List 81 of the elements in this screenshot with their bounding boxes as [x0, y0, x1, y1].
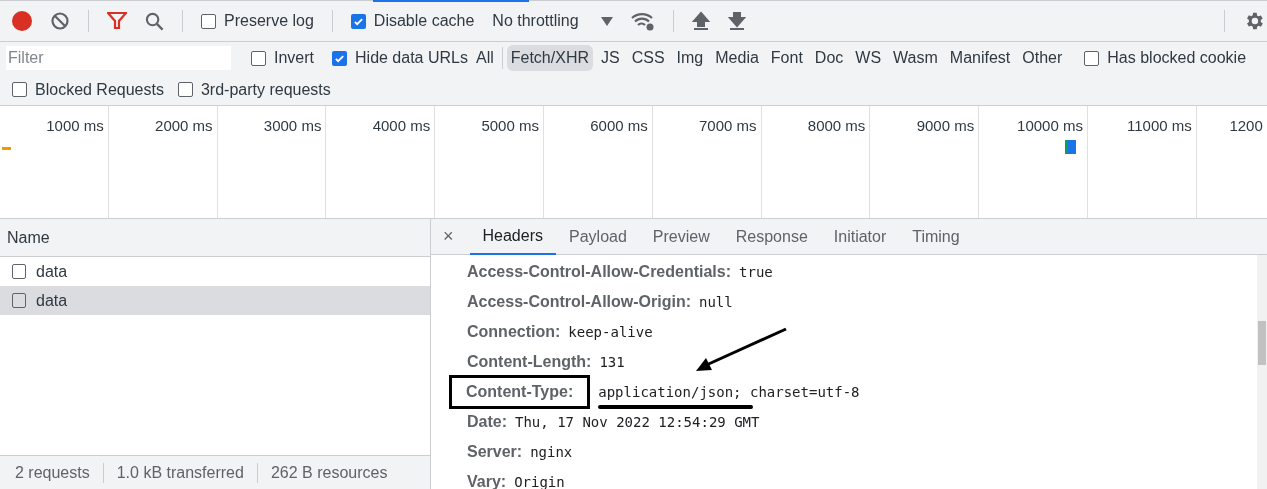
file-icon — [12, 293, 26, 308]
time-tick-label: 1000 ms — [46, 116, 104, 136]
resource-type-filter[interactable]: Font — [766, 45, 807, 71]
time-tick-label: 5000 ms — [481, 116, 539, 136]
time-tick-label: 2000 ms — [155, 116, 213, 136]
details-tab[interactable]: Timing — [899, 218, 973, 255]
scrollbar-thumb[interactable] — [1258, 321, 1266, 365]
time-tick-label: 1200 — [1229, 116, 1263, 136]
details-tab[interactable]: Response — [722, 218, 821, 255]
checkbox[interactable] — [177, 82, 193, 97]
time-tick-label: 10000 ms — [1017, 116, 1083, 136]
details-tab[interactable]: Payload — [556, 218, 640, 255]
header-name: Access-Control-Allow-Origin: — [467, 292, 691, 312]
checkbox[interactable] — [1084, 50, 1100, 66]
header-name: Access-Control-Allow-Credentials: — [467, 262, 732, 282]
upload-icon[interactable] — [691, 11, 710, 31]
resource-type-filter[interactable]: All — [471, 45, 498, 71]
resource-type-filter[interactable]: Wasm — [889, 45, 942, 71]
blocked-requests-checkbox[interactable]: Blocked Requests — [12, 77, 164, 102]
resource-type-filter[interactable]: Fetch/XHR — [506, 45, 593, 71]
scrollbar[interactable] — [1257, 255, 1267, 489]
download-icon[interactable] — [727, 11, 746, 31]
time-tick-label: 4000 ms — [372, 116, 431, 136]
resource-type-filter[interactable]: Media — [711, 45, 763, 71]
status-text: 1.0 kB transferred — [116, 462, 244, 483]
time-tick-label: 3000 ms — [263, 116, 322, 136]
throttling-dropdown[interactable]: No throttling — [492, 9, 613, 33]
resource-type-filter[interactable]: JS — [597, 45, 624, 71]
checkbox[interactable] — [251, 50, 266, 66]
details-tab[interactable]: Initiator — [820, 218, 900, 255]
close-button[interactable]: × — [443, 223, 454, 250]
request-bar — [2, 147, 11, 150]
details-tab[interactable]: Preview — [639, 218, 723, 255]
third-party-requests-checkbox[interactable]: 3rd-party requests — [177, 77, 331, 102]
preserve-log-checkbox[interactable]: Preserve log — [201, 9, 314, 33]
checkbox[interactable] — [350, 13, 366, 29]
name-column-header[interactable]: Name — [7, 225, 50, 250]
header-value: Origin — [514, 472, 565, 489]
header-value: nginx — [530, 442, 573, 462]
status-text: 262 B resources — [270, 462, 388, 483]
request-bar — [1065, 140, 1076, 154]
wifi-settings-icon[interactable] — [630, 11, 655, 31]
header-name: Server: — [467, 442, 523, 462]
disable-cache-checkbox[interactable]: Disable cache — [350, 9, 475, 33]
has-blocked-cookies-checkbox[interactable]: Has blocked cookie — [1084, 46, 1247, 70]
header-name: Content-Type: — [449, 375, 591, 409]
checkbox[interactable] — [201, 13, 216, 29]
resource-type-filter[interactable]: CSS — [627, 45, 669, 71]
request-row[interactable]: data — [0, 286, 430, 315]
header-name: Date: — [467, 412, 507, 432]
header-value: keep-alive — [568, 322, 653, 342]
header-value: application/json; charset=utf-8 — [598, 381, 860, 403]
time-tick-label: 8000 ms — [807, 116, 866, 136]
time-tick-label: 11000 ms — [1127, 116, 1192, 136]
resource-type-filter[interactable]: Manifest — [945, 45, 1015, 71]
details-tab[interactable]: Headers — [469, 218, 556, 255]
checkbox[interactable] — [332, 50, 347, 66]
record-button[interactable] — [12, 11, 32, 31]
header-value: null — [699, 292, 733, 312]
hide-data-urls-checkbox[interactable]: Hide data URLs — [332, 46, 468, 70]
header-value: 131 — [599, 352, 625, 372]
status-text: 2 requests — [15, 462, 90, 483]
filter-icon[interactable] — [107, 12, 127, 30]
header-value: Thu, 17 Nov 2022 12:54:29 GMT — [515, 412, 760, 432]
time-tick-label: 9000 ms — [916, 116, 975, 136]
resource-type-filter[interactable]: Other — [1018, 45, 1067, 71]
filter-input[interactable]: Filter — [6, 46, 231, 70]
clear-icon[interactable] — [50, 11, 70, 31]
header-name: Connection: — [467, 322, 561, 342]
header-name: Content-Length: — [467, 352, 592, 372]
file-icon — [12, 264, 26, 279]
resource-type-filter[interactable]: Img — [672, 45, 708, 71]
invert-checkbox[interactable]: Invert — [251, 46, 314, 70]
resource-type-filter[interactable]: WS — [851, 45, 886, 71]
time-tick-label: 6000 ms — [590, 116, 648, 136]
resource-type-filter[interactable]: Doc — [810, 45, 848, 71]
search-icon[interactable] — [145, 11, 164, 31]
time-tick-label: 7000 ms — [699, 116, 757, 136]
caret-icon — [600, 16, 613, 26]
checkbox[interactable] — [12, 82, 27, 97]
header-value: true — [739, 262, 773, 282]
